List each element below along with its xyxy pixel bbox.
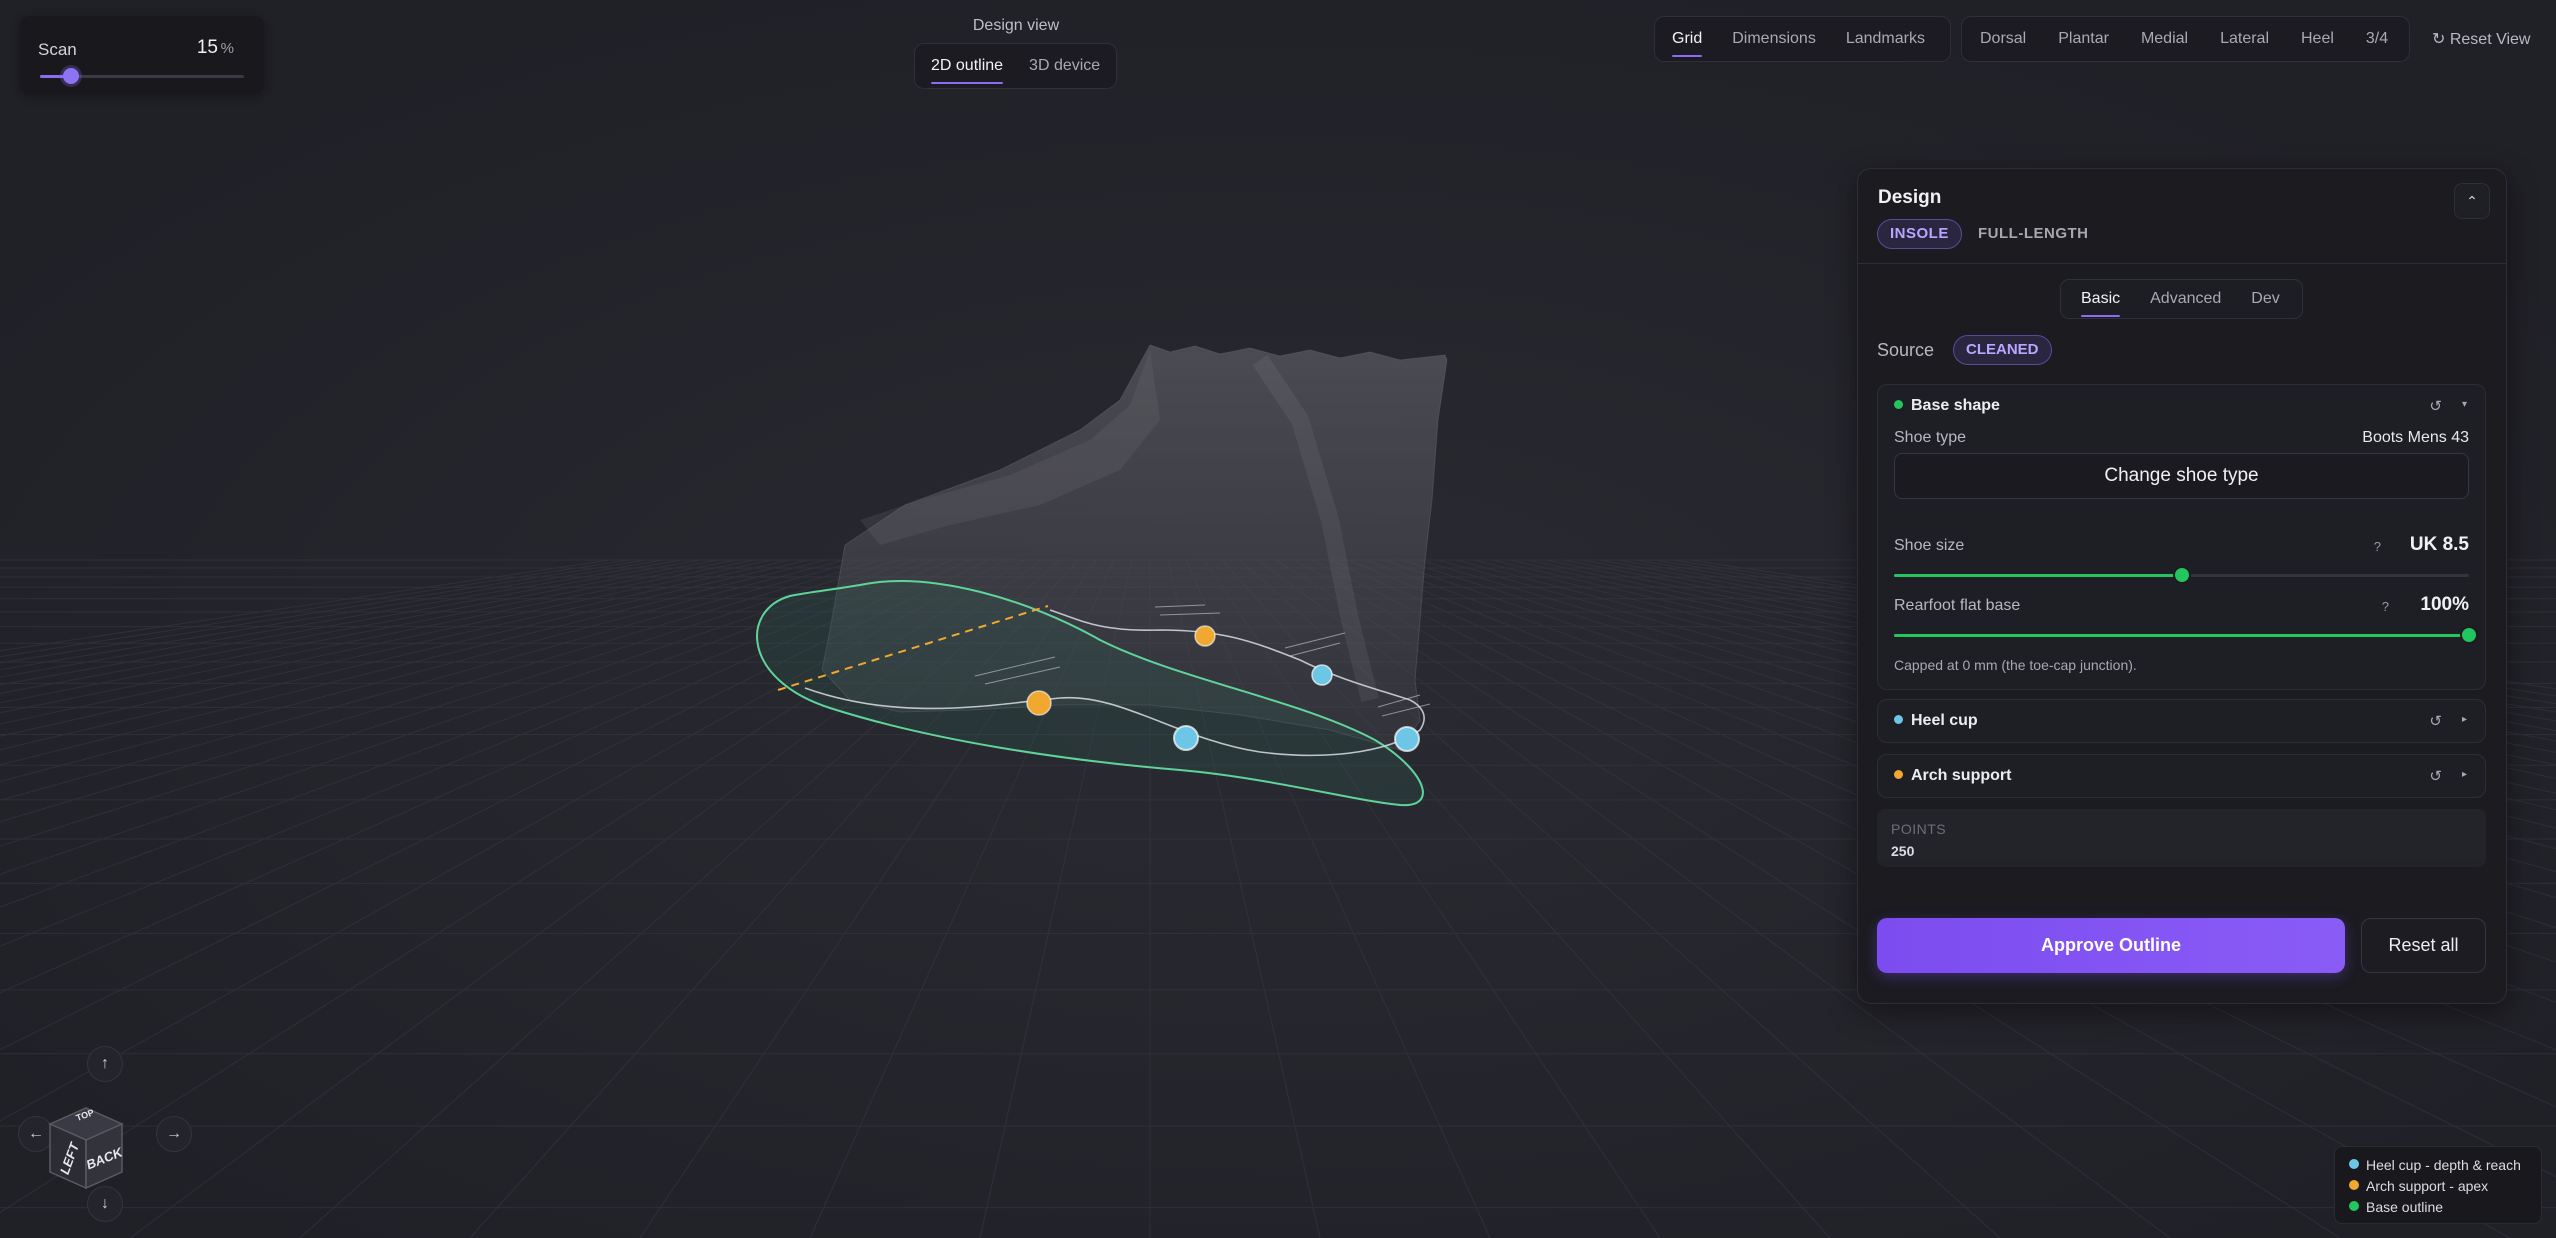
heel-cup-dot: [1894, 715, 1903, 724]
tab-basic[interactable]: Basic: [2081, 284, 2121, 317]
legend-label: Arch support - apex: [2366, 1178, 2489, 1194]
legend-item: Base outline: [2349, 1197, 2541, 1218]
arch-support-header[interactable]: Arch support: [1894, 767, 2011, 785]
arch-support-marker[interactable]: [1026, 690, 1052, 716]
rearfoot-slider-fill: [1894, 634, 2469, 637]
design-panel: Design ⌃ INSOLE FULL-LENGTH Basic Advanc…: [1857, 168, 2507, 1004]
tab-dev[interactable]: Dev: [2251, 284, 2279, 314]
scan-value: 15: [196, 37, 218, 58]
shoe-type-value: Boots Mens 43: [2362, 429, 2469, 446]
mode-full-length[interactable]: FULL-LENGTH: [1978, 219, 2088, 249]
view-2d-outline[interactable]: 2D outline: [931, 51, 1004, 84]
points-label: POINTS: [1891, 821, 1947, 837]
legend-dot: [2349, 1159, 2359, 1169]
scan-opacity-widget: Scan 15 %: [20, 16, 264, 94]
overlay-dimensions[interactable]: Dimensions: [1732, 24, 1816, 54]
detail-level-tabs: Basic Advanced Dev: [2060, 279, 2303, 319]
rearfoot-help-icon[interactable]: ?: [2382, 599, 2389, 614]
collapse-panel-button[interactable]: ⌃: [2454, 183, 2490, 219]
arch-support-title: Arch support: [1911, 767, 2012, 784]
scroll-fade: [1858, 859, 2506, 899]
view-three-quarter[interactable]: 3/4: [2366, 24, 2388, 54]
base-shape-dot: [1894, 400, 1903, 409]
base-shape-section: Base shape ↺ ▾ Shoe type Boots Mens 43 C…: [1877, 384, 2486, 690]
collapse-icon[interactable]: ▾: [2462, 397, 2467, 415]
scan-slider[interactable]: [40, 68, 244, 84]
rearfoot-flat-base-value: 100%: [2420, 594, 2469, 615]
view-plantar[interactable]: Plantar: [2058, 24, 2109, 54]
source-badge: CLEANED: [1953, 335, 2052, 365]
change-shoe-type-button[interactable]: Change shoe type: [1894, 453, 2469, 499]
view-cube[interactable]: TOP LEFT BACK: [14, 1046, 204, 1222]
overlay-landmarks[interactable]: Landmarks: [1846, 24, 1925, 54]
heel-cup-header[interactable]: Heel cup: [1894, 712, 1978, 730]
heel-cup-title: Heel cup: [1911, 712, 1978, 729]
reset-all-button[interactable]: Reset all: [2361, 918, 2486, 973]
design-view-label: Design view: [972, 17, 1060, 34]
scan-label: Scan: [38, 40, 77, 59]
legend-dot: [2349, 1201, 2359, 1211]
legend-dot: [2349, 1180, 2359, 1190]
rearfoot-slider-thumb[interactable]: [2460, 626, 2478, 644]
heel-cup-marker[interactable]: [1394, 726, 1420, 752]
view-3d-device[interactable]: 3D device: [1029, 51, 1100, 81]
reset-icon[interactable]: ↺: [2429, 712, 2442, 730]
heel-cup-section[interactable]: Heel cup ↺ ▸: [1877, 699, 2486, 743]
mode-insole[interactable]: INSOLE: [1877, 219, 1962, 249]
shoe-size-label: Shoe size: [1894, 537, 1965, 554]
arch-support-apex-marker[interactable]: [1194, 625, 1216, 647]
legend-label: Base outline: [2366, 1199, 2444, 1215]
overlay-toolbar: Grid Dimensions Landmarks: [1654, 16, 1951, 62]
rearfoot-note: Capped at 0 mm (the toe-cap junction).: [1894, 657, 2137, 673]
rearfoot-flat-base-label: Rearfoot flat base: [1894, 597, 2021, 614]
chevron-up-icon: ⌃: [2466, 192, 2478, 209]
shoe-size-slider-fill: [1894, 574, 2182, 577]
scan-unit: %: [220, 40, 234, 57]
heel-cup-marker[interactable]: [1173, 725, 1199, 751]
panel-title: Design: [1878, 187, 1942, 208]
approve-outline-button[interactable]: Approve Outline: [1877, 918, 2345, 973]
legend-item: Heel cup - depth & reach: [2349, 1155, 2541, 1176]
overlay-grid[interactable]: Grid: [1672, 24, 1703, 57]
shoe-type-label: Shoe type: [1894, 429, 1967, 446]
arch-support-section[interactable]: Arch support ↺ ▸: [1877, 754, 2486, 798]
arch-support-dot: [1894, 770, 1903, 779]
shoe-size-slider[interactable]: [1894, 566, 2469, 584]
base-shape-header[interactable]: Base shape: [1894, 397, 2000, 415]
navigation-cube-widget: ↑ ↓ ← → TOP LEFT BACK: [14, 1046, 204, 1222]
marker-legend: Heel cup - depth & reach Arch support - …: [2334, 1146, 2542, 1224]
view-dorsal[interactable]: Dorsal: [1980, 24, 2026, 54]
points-value: 250: [1891, 843, 1915, 859]
expand-icon[interactable]: ▸: [2462, 767, 2467, 785]
legend-item: Arch support - apex: [2349, 1176, 2541, 1197]
shoe-size-help-icon[interactable]: ?: [2374, 539, 2381, 554]
reset-icon[interactable]: ↺: [2429, 767, 2442, 785]
heel-cup-marker[interactable]: [1311, 664, 1333, 686]
view-medial[interactable]: Medial: [2141, 24, 2188, 54]
scan-slider-thumb[interactable]: [62, 68, 79, 84]
shoe-size-slider-thumb[interactable]: [2172, 566, 2191, 584]
legend-label: Heel cup - depth & reach: [2366, 1157, 2521, 1173]
base-shape-title: Base shape: [1911, 397, 2000, 414]
rearfoot-flat-base-slider[interactable]: [1894, 626, 2478, 644]
view-lateral[interactable]: Lateral: [2220, 24, 2269, 54]
tab-advanced[interactable]: Advanced: [2150, 284, 2221, 314]
reset-view-button[interactable]: ↻ Reset View: [2432, 29, 2530, 49]
view-heel[interactable]: Heel: [2301, 24, 2334, 54]
panel-divider: [1858, 263, 2506, 264]
shoe-size-value: UK 8.5: [2409, 534, 2469, 555]
source-label: Source: [1877, 340, 1935, 360]
reset-icon[interactable]: ↺: [2429, 397, 2442, 415]
expand-icon[interactable]: ▸: [2462, 712, 2467, 730]
design-view-toggle: 2D outline 3D device: [914, 43, 1117, 89]
camera-views-toolbar: Dorsal Plantar Medial Lateral Heel 3/4: [1961, 16, 2410, 62]
